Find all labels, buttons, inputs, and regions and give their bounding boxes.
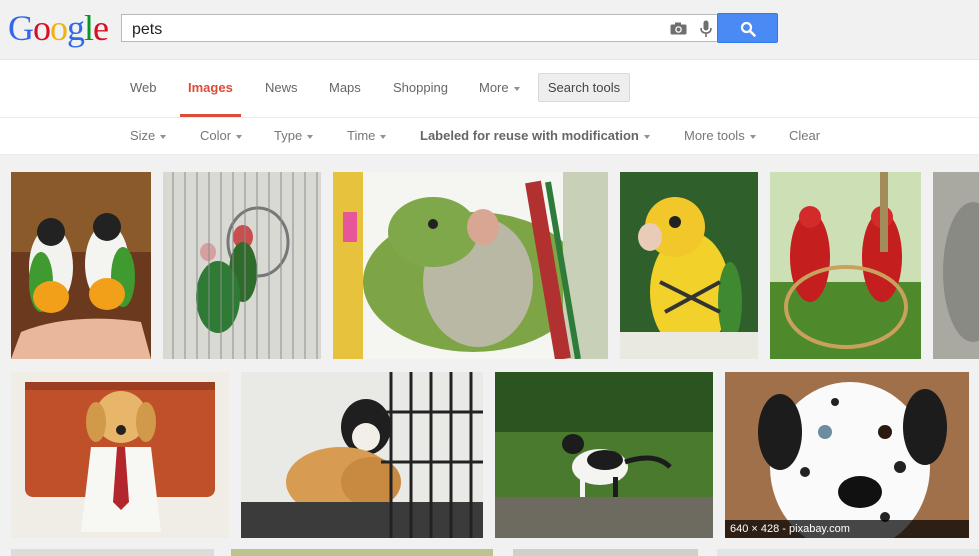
search-input[interactable] xyxy=(130,19,654,41)
image-result-cat[interactable] xyxy=(495,372,713,538)
search-tools-bar: Size Color Type Time Labeled for reuse w… xyxy=(0,118,979,155)
tab-maps[interactable]: Maps xyxy=(329,60,361,117)
tool-color[interactable]: Color xyxy=(200,118,243,154)
tab-web[interactable]: Web xyxy=(130,60,157,117)
chevron-down-icon xyxy=(380,134,387,139)
search-tools-button[interactable]: Search tools xyxy=(538,73,630,102)
tab-images[interactable]: Images xyxy=(180,60,241,117)
image-result-quaker-parrot[interactable] xyxy=(333,172,608,359)
google-logo[interactable]: Google xyxy=(8,6,109,50)
image-result-puppy-suitcase[interactable] xyxy=(11,372,229,538)
image-result-caiques[interactable] xyxy=(11,172,151,359)
image-result-puppies-crate[interactable] xyxy=(241,372,483,538)
search-button[interactable] xyxy=(717,13,778,43)
search-box[interactable] xyxy=(121,14,717,42)
chevron-down-icon xyxy=(643,134,650,139)
search-icon xyxy=(740,21,756,37)
tool-clear[interactable]: Clear xyxy=(789,118,820,154)
tool-size[interactable]: Size xyxy=(130,118,167,154)
chevron-down-icon xyxy=(160,134,167,139)
search-tabs: Web Images News Maps Shopping More Searc… xyxy=(0,60,979,118)
image-result-macaws[interactable] xyxy=(770,172,921,359)
image-result-row3-3[interactable] xyxy=(513,549,698,556)
chevron-down-icon xyxy=(236,134,243,139)
image-result-row3-2[interactable] xyxy=(231,549,493,556)
tool-more-tools[interactable]: More tools xyxy=(684,118,756,154)
image-result-row3-1[interactable] xyxy=(11,549,214,556)
image-result-dalmatian[interactable]: 640 × 428 - pixabay.com xyxy=(725,372,969,538)
image-result-partial[interactable] xyxy=(933,172,979,359)
chevron-down-icon xyxy=(513,86,520,91)
chevron-down-icon xyxy=(749,134,756,139)
tool-usage-rights[interactable]: Labeled for reuse with modification xyxy=(420,118,650,154)
tab-more[interactable]: More xyxy=(479,60,520,117)
tool-time[interactable]: Time xyxy=(347,118,387,154)
image-results-grid: 640 × 428 - pixabay.com xyxy=(0,155,979,556)
tool-type[interactable]: Type xyxy=(274,118,314,154)
microphone-icon[interactable] xyxy=(700,20,712,38)
tab-news[interactable]: News xyxy=(265,60,298,117)
chevron-down-icon xyxy=(307,134,314,139)
camera-icon[interactable] xyxy=(670,22,687,35)
tab-shopping[interactable]: Shopping xyxy=(393,60,448,117)
top-bar: Google xyxy=(0,0,979,60)
image-result-yellow-parrot[interactable] xyxy=(620,172,758,359)
image-result-parrot-cage[interactable] xyxy=(163,172,321,359)
image-meta-overlay: 640 × 428 - pixabay.com xyxy=(725,520,969,538)
image-result-row3-4[interactable] xyxy=(717,549,979,556)
